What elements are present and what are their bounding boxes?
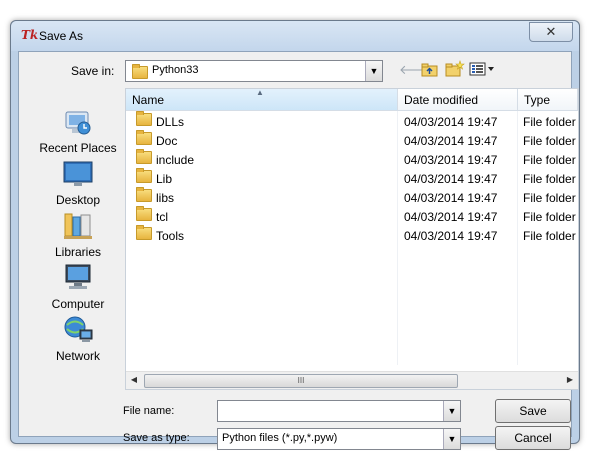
date-modified-cell: 04/03/2014 19:47 [404,153,498,167]
place-desktop[interactable]: Desktop [31,158,125,207]
date-modified-cell: 04/03/2014 19:47 [404,229,498,243]
folder-icon [132,64,148,79]
place-label: Libraries [54,245,102,259]
title-bar[interactable]: Tk Save As ✕ [11,21,579,51]
file-name-text: libs [156,191,175,205]
new-folder-icon[interactable] [445,60,465,81]
file-name-text: Lib [156,172,173,186]
column-name-label: Name [132,93,165,107]
view-menu-icon[interactable] [469,62,495,79]
up-folder-icon[interactable] [421,62,439,81]
cancel-button[interactable]: Cancel [495,426,571,450]
folder-icon [136,225,152,240]
save-in-dropdown[interactable]: Python33 ▼ [125,60,383,82]
chevron-down-icon[interactable]: ▼ [443,429,460,449]
column-type-label: Type [524,93,551,107]
column-header-type[interactable]: Type [518,89,578,111]
folder-icon [136,111,152,126]
place-computer[interactable]: Computer [31,262,125,311]
file-row[interactable]: DLLs 04/03/2014 19:47 File folder [126,111,578,132]
save-in-value: Python33 [152,64,199,76]
scrollbar-thumb[interactable]: III [144,374,458,388]
save-as-dialog: Tk Save As ✕ Save in: Python33 ▼ 🡐 Recen… [10,20,580,450]
chevron-down-icon[interactable]: ▼ [443,401,460,421]
dialog-body: Save in: Python33 ▼ 🡐 Recent Places Desk… [18,51,579,450]
save-in-label: Save in: [71,64,115,78]
place-label: Network [55,349,100,363]
place-label: Computer [51,297,105,311]
file-name-text: include [156,153,195,167]
folder-icon [136,130,152,145]
column-header-date[interactable]: Date modified [398,89,518,111]
place-recent-places[interactable]: Recent Places [31,106,125,155]
file-name-field[interactable]: ▼ [217,400,461,422]
sort-ascending-icon: ▲ [256,88,264,97]
folder-icon [136,168,152,183]
file-name-input[interactable] [220,402,438,420]
column-header-name[interactable]: Name ▲ [126,89,398,111]
folder-icon [136,206,152,221]
window-title: Save As [39,29,84,43]
file-name-text: Tools [156,229,185,243]
network-icon [62,314,94,346]
folder-icon [136,187,152,202]
type-cell: File folder [523,172,576,186]
date-modified-cell: 04/03/2014 19:47 [404,172,498,186]
file-row[interactable]: Doc 04/03/2014 19:47 File folder [126,130,578,151]
type-cell: File folder [523,153,576,167]
place-label: Desktop [55,193,101,207]
file-name-text: tcl [156,210,168,224]
file-name-cell: Tools [136,225,185,246]
chevron-down-icon[interactable]: ▼ [365,61,382,81]
horizontal-scrollbar[interactable]: ◀ III ▶ [126,371,578,389]
type-cell: File folder [523,229,576,243]
save-type-label: Save as type: [123,432,190,444]
save-type-value: Python files (*.py,*.pyw) [222,432,338,444]
column-date-label: Date modified [404,93,479,107]
file-row[interactable]: Lib 04/03/2014 19:47 File folder [126,168,578,189]
type-cell: File folder [523,134,576,148]
file-name-cell: include [136,149,195,170]
place-label: Recent Places [39,141,117,155]
scroll-left-icon[interactable]: ◀ [127,374,141,386]
folder-icon [136,149,152,164]
date-modified-cell: 04/03/2014 19:47 [404,191,498,205]
computer-icon [62,262,94,294]
save-type-dropdown[interactable]: Python files (*.py,*.pyw) ▼ [217,428,461,450]
date-modified-cell: 04/03/2014 19:47 [404,210,498,224]
type-cell: File folder [523,115,576,129]
file-name-text: DLLs [156,115,185,129]
date-modified-cell: 04/03/2014 19:47 [404,115,498,129]
places-bar: Recent Places Desktop Libraries Computer [31,106,125,406]
file-row[interactable]: include 04/03/2014 19:47 File folder [126,149,578,170]
close-button[interactable]: ✕ [529,22,573,42]
tk-app-icon: Tk [21,28,39,42]
file-row[interactable]: tcl 04/03/2014 19:47 File folder [126,206,578,227]
desktop-icon [62,158,94,190]
file-name-text: Doc [156,134,178,148]
file-row[interactable]: libs 04/03/2014 19:47 File folder [126,187,578,208]
type-cell: File folder [523,210,576,224]
type-cell: File folder [523,191,576,205]
file-name-label: File name: [123,405,175,417]
place-libraries[interactable]: Libraries [31,210,125,259]
file-list[interactable]: Name ▲ Date modified Type DLLs 04/03/2014… [125,88,579,390]
recent-places-icon [62,106,94,138]
save-button[interactable]: Save [495,399,571,423]
libraries-icon [62,210,94,242]
scroll-right-icon[interactable]: ▶ [563,374,577,386]
file-row[interactable]: Tools 04/03/2014 19:47 File folder [126,225,578,246]
place-network[interactable]: Network [31,314,125,363]
date-modified-cell: 04/03/2014 19:47 [404,134,498,148]
